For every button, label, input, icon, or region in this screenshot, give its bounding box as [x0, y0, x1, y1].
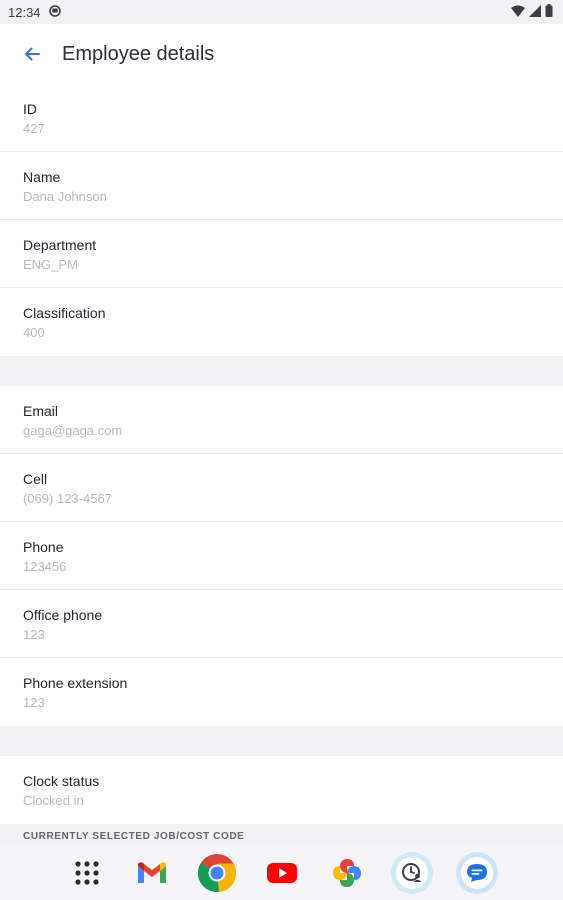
field-office-phone[interactable]: Office phone 123	[0, 590, 563, 658]
app-bar: Employee details	[0, 24, 563, 84]
field-label: ID	[23, 101, 37, 117]
section-divider	[0, 726, 563, 756]
field-name: Name Dana Johnson	[0, 152, 563, 220]
youtube-app[interactable]	[260, 851, 304, 895]
messages-app[interactable]	[455, 851, 499, 895]
clock-person-icon	[390, 852, 433, 894]
field-label: Department	[23, 237, 97, 253]
clock-time: 12:34	[8, 4, 41, 20]
field-classification: Classification 400	[0, 288, 563, 356]
field-value: 123	[23, 695, 45, 710]
photos-icon	[332, 859, 361, 887]
gmail-app[interactable]	[130, 851, 174, 895]
battery-icon	[545, 4, 553, 20]
wifi-icon	[511, 5, 525, 20]
back-button[interactable]	[18, 40, 46, 68]
field-label: Cell	[23, 471, 48, 487]
field-id: ID 427	[0, 84, 563, 152]
field-value: 427	[23, 121, 45, 136]
notification-icon	[48, 4, 61, 20]
field-label: Phone	[23, 539, 64, 555]
field-value: 123	[23, 627, 45, 642]
section-divider	[0, 356, 563, 386]
field-label: Clock status	[23, 773, 100, 789]
field-phone-extension[interactable]: Phone extension 123	[0, 658, 563, 726]
chrome-app[interactable]	[195, 851, 239, 895]
arrow-back-icon	[25, 47, 40, 61]
photos-app[interactable]	[325, 851, 369, 895]
signal-icon	[529, 4, 541, 20]
page-title: Employee details	[62, 42, 215, 65]
field-label: Phone extension	[23, 675, 128, 691]
field-value: ENG_PM	[23, 257, 78, 272]
youtube-icon	[266, 863, 297, 883]
status-bar: 12:34	[0, 0, 563, 24]
field-value: (069) 123-4567	[23, 491, 112, 506]
chrome-icon	[197, 854, 236, 893]
apps-grid-icon	[74, 861, 99, 885]
contact-info-group: Email gaga@gaga.com Cell (069) 123-4567 …	[0, 386, 563, 726]
field-phone[interactable]: Phone 123456	[0, 522, 563, 590]
field-value: 123456	[23, 559, 67, 574]
clock-status-group: Clock status Clocked in	[0, 756, 563, 824]
messages-icon	[455, 852, 498, 894]
apps-grid-button[interactable]	[65, 851, 109, 895]
field-label: Office phone	[23, 607, 103, 623]
time-clock-app[interactable]	[390, 851, 434, 895]
field-value: gaga@gaga.com	[23, 423, 123, 438]
section-header-job-cost-code: CURRENTLY SELECTED JOB/COST CODE	[0, 824, 563, 846]
app-dock	[0, 844, 563, 900]
field-clock-status: Clock status Clocked in	[0, 756, 563, 824]
gmail-icon	[137, 862, 166, 883]
field-value: Clocked in	[23, 793, 84, 808]
field-label: Classification	[23, 305, 106, 321]
field-cell[interactable]: Cell (069) 123-4567	[0, 454, 563, 522]
field-value: 400	[23, 325, 45, 340]
field-email[interactable]: Email gaga@gaga.com	[0, 386, 563, 454]
field-department: Department ENG_PM	[0, 220, 563, 288]
field-label: Email	[23, 403, 59, 419]
employee-info-group: ID 427 Name Dana Johnson Department ENG_…	[0, 84, 563, 356]
field-label: Name	[23, 169, 61, 185]
field-value: Dana Johnson	[23, 189, 107, 204]
